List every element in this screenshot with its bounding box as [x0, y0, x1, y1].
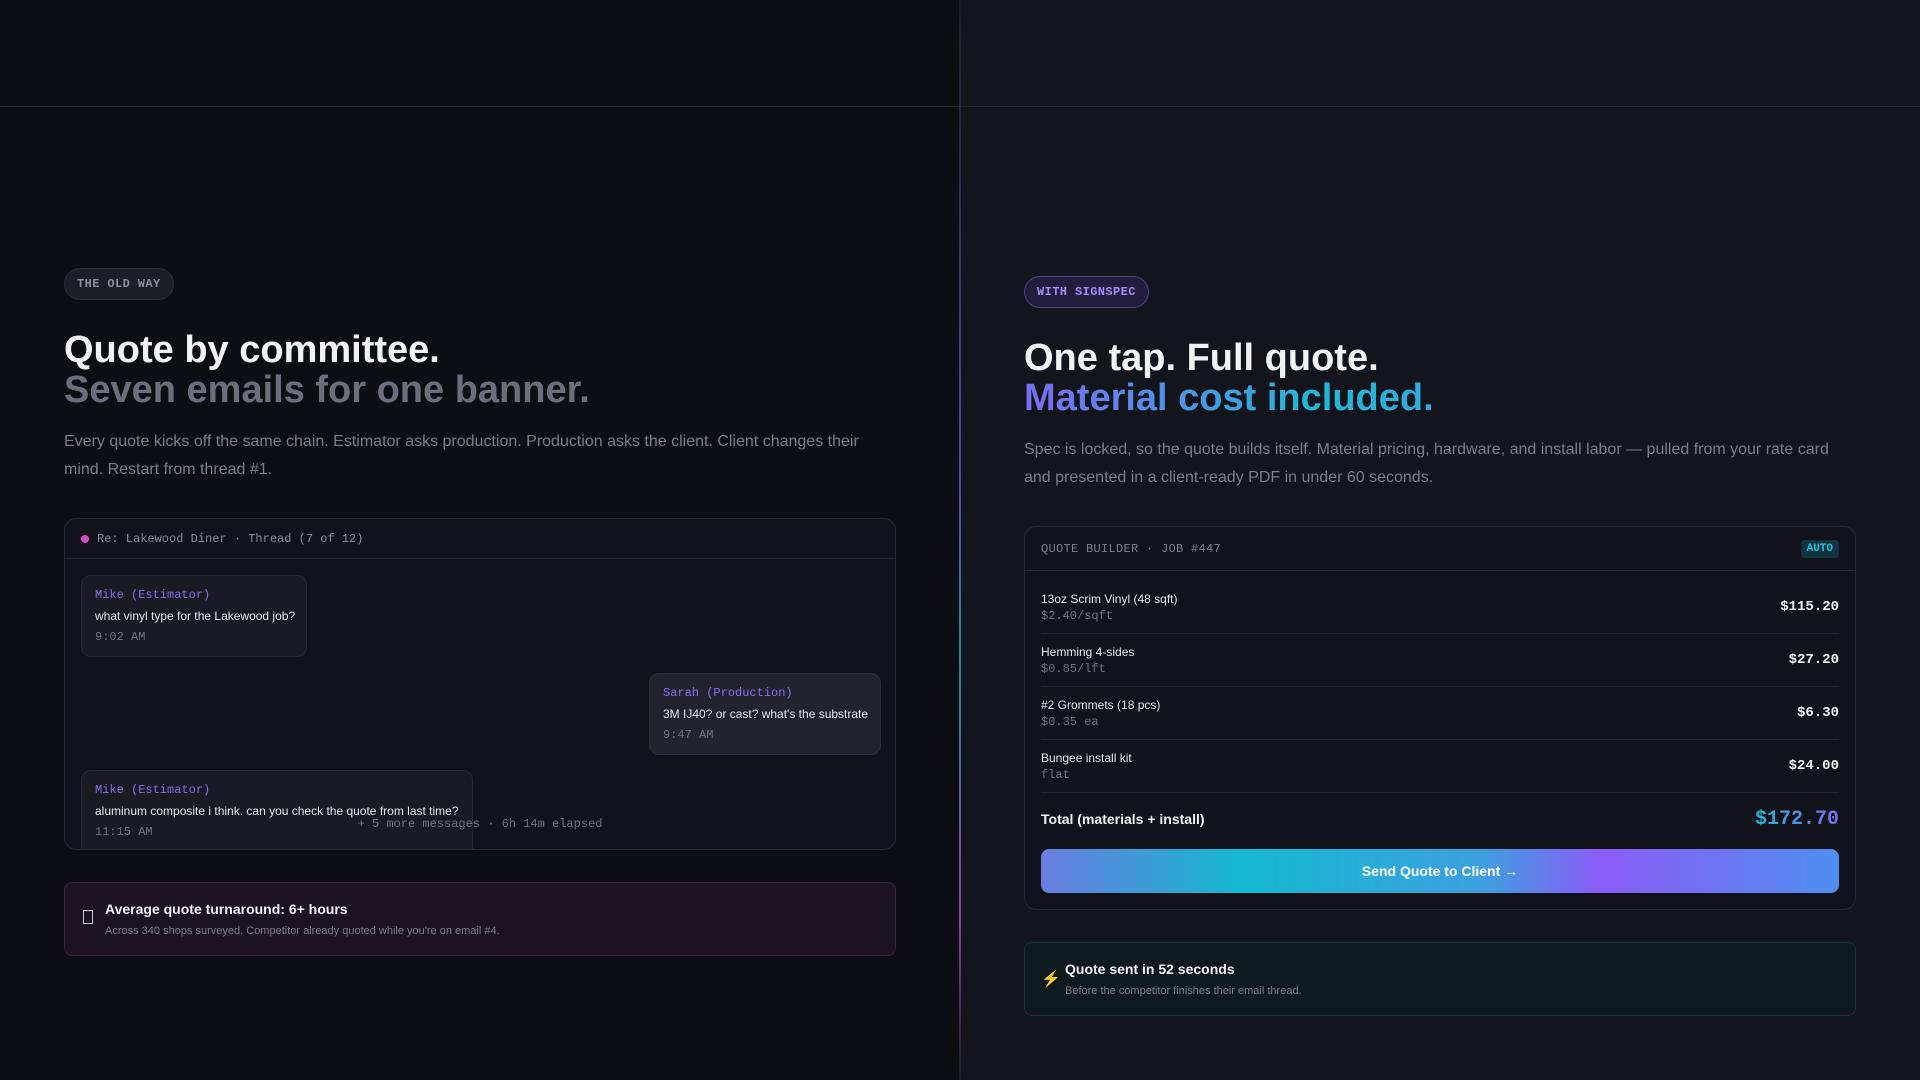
line-item-rate: flat [1041, 767, 1070, 782]
line-item-name: Hemming 4-sides [1041, 644, 1135, 659]
more-messages-indicator[interactable]: + 5 more messages · 6h 14m elapsed [65, 817, 895, 831]
lightning-icon: ⚡ [1041, 971, 1061, 988]
line-item-rate: $0.85/lft [1041, 661, 1106, 676]
message-text: aluminum composite i think. can you chec… [95, 804, 459, 818]
line-item-price: $24.00 [1788, 758, 1839, 774]
total-value: $172.70 [1754, 807, 1839, 831]
message-text: 3M IJ40? or cast? what's the substrate [663, 707, 869, 721]
message-sender: Sarah (Production) [663, 686, 793, 700]
message-bubble[interactable]: Sarah (Production) 3M IJ40? or cast? wha… [649, 673, 881, 755]
new-way-content: WITH SIGNSPEC One tap. Full quote. Mater… [1024, 276, 1856, 1016]
thread-title: Re: Lakewood Diner · Thread (7 of 12) [97, 531, 364, 546]
turnaround-callout: Average quote turnaround: 6+ hours Acros… [64, 882, 896, 956]
callout-subtitle: Before the competitor finishes their ema… [1065, 985, 1302, 997]
line-item: #2 Grommets (18 pcs) $0.35 ea $6.30 [1041, 687, 1839, 740]
old-way-badge: THE OLD WAY [64, 268, 174, 300]
callout-subtitle: Across 340 shops surveyed. Competitor al… [105, 925, 500, 937]
message-sender: Mike (Estimator) [95, 783, 211, 797]
new-way-description: Spec is locked, so the quote builds itse… [1024, 441, 1829, 486]
thread-messages: Mike (Estimator) what vinyl type for the… [65, 559, 895, 849]
send-quote-button[interactable]: Send Quote to Client → [1041, 849, 1839, 893]
message-bubble[interactable]: Mike (Estimator) what vinyl type for the… [81, 575, 307, 657]
line-item-price: $27.20 [1788, 652, 1839, 668]
line-item-rate: $2.40/sqft [1041, 608, 1114, 623]
auto-badge: AUTO [1800, 539, 1839, 558]
line-item-price: $115.20 [1780, 599, 1839, 615]
line-item-rate: $0.35 ea [1041, 714, 1099, 729]
message-time: 9:02 AM [95, 630, 146, 644]
message-time: 9:47 AM [663, 728, 714, 742]
message-sender: Mike (Estimator) [95, 588, 211, 602]
new-way-headline-line1: One tap. Full quote. [1024, 337, 1379, 379]
new-way-headline-line2: Material cost included. [1024, 378, 1856, 418]
line-item: Hemming 4-sides $0.85/lft $27.20 [1041, 634, 1839, 687]
callout-title: Quote sent in 52 seconds [1065, 961, 1235, 977]
top-divider [0, 106, 959, 107]
quote-builder-title: QUOTE BUILDER · JOB #447 [1041, 541, 1222, 556]
line-item: 13oz Scrim Vinyl (48 sqft) $2.40/sqft $1… [1041, 581, 1839, 634]
old-way-content: THE OLD WAY Quote by committee. Seven em… [64, 268, 896, 956]
email-thread-card: Re: Lakewood Diner · Thread (7 of 12) Mi… [64, 518, 896, 850]
total-label: Total (materials + install) [1041, 811, 1205, 827]
message-bubble[interactable]: Mike (Estimator) aluminum composite i th… [81, 770, 473, 849]
unread-dot-icon [81, 534, 89, 543]
old-way-headline: Quote by committee. Seven emails for one… [64, 330, 896, 410]
callout-title: Average quote turnaround: 6+ hours [105, 901, 348, 917]
new-way-panel: WITH SIGNSPEC One tap. Full quote. Mater… [961, 0, 1920, 1080]
quote-sent-callout: ⚡ Quote sent in 52 seconds Before the co… [1024, 942, 1856, 1016]
old-way-description: Every quote kicks off the same chain. Es… [64, 433, 859, 478]
line-item-name: #2 Grommets (18 pcs) [1041, 697, 1161, 712]
new-way-headline: One tap. Full quote. Material cost inclu… [1024, 338, 1856, 418]
old-way-headline-line1: Quote by committee. [64, 329, 440, 371]
line-item-name: 13oz Scrim Vinyl (48 sqft) [1041, 591, 1178, 606]
new-way-badge: WITH SIGNSPEC [1024, 276, 1149, 308]
total-row: Total (materials + install) $172.70 [1041, 793, 1839, 845]
thread-header: Re: Lakewood Diner · Thread (7 of 12) [65, 519, 895, 559]
old-way-panel: THE OLD WAY Quote by committee. Seven em… [0, 0, 960, 1080]
top-divider [961, 106, 1920, 107]
old-way-headline-line2: Seven emails for one banner. [64, 369, 590, 411]
line-item-price: $6.30 [1796, 705, 1839, 721]
quote-builder-card: QUOTE BUILDER · JOB #447 AUTO 13oz Scrim… [1024, 526, 1856, 910]
quote-builder-header: QUOTE BUILDER · JOB #447 AUTO [1025, 527, 1855, 571]
line-item-name: Bungee install kit [1041, 750, 1132, 765]
line-item: Bungee install kit flat $24.00 [1041, 740, 1839, 793]
hourglass-icon [81, 909, 95, 929]
message-text: what vinyl type for the Lakewood job? [95, 609, 296, 623]
quote-builder-body: 13oz Scrim Vinyl (48 sqft) $2.40/sqft $1… [1025, 571, 1855, 909]
